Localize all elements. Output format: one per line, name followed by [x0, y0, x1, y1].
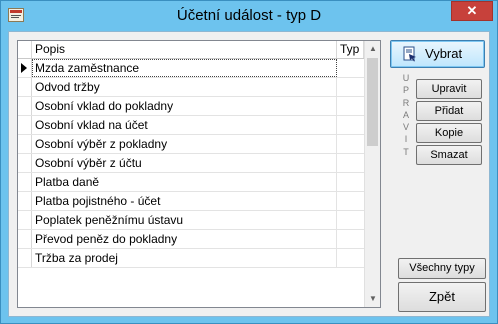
cell-typ[interactable]: [337, 135, 364, 153]
cell-typ[interactable]: [337, 230, 364, 248]
row-indicator-cell: [18, 78, 32, 96]
row-indicator-cell: [18, 59, 32, 77]
grid-header: Popis Typ: [18, 41, 364, 59]
cell-popis[interactable]: Osobní výběr z pokladny: [32, 135, 337, 153]
cell-typ[interactable]: [337, 211, 364, 229]
row-pointer-icon: [21, 63, 27, 73]
cell-popis[interactable]: Platba pojistného - účet: [32, 192, 337, 210]
cell-popis[interactable]: Mzda zaměstnance: [32, 59, 337, 77]
side-letter: V: [402, 122, 409, 133]
cell-typ[interactable]: [337, 78, 364, 96]
row-indicator-cell: [18, 154, 32, 172]
header-indicator-cell: [18, 41, 32, 58]
side-letter: I: [404, 134, 408, 145]
row-indicator-cell: [18, 97, 32, 115]
cell-popis[interactable]: Osobní vklad na účet: [32, 116, 337, 134]
row-indicator-cell: [18, 192, 32, 210]
cell-popis[interactable]: Převod peněz do pokladny: [32, 230, 337, 248]
scroll-down-arrow-icon[interactable]: ▼: [365, 291, 380, 307]
dialog-window: Účetní událost - typ D ✕ Popis Typ Mzda …: [0, 0, 498, 324]
close-icon: ✕: [466, 3, 478, 18]
pridat-button[interactable]: Přidat: [416, 101, 482, 121]
table-row[interactable]: Osobní vklad do pokladny: [18, 97, 364, 116]
table-row[interactable]: Osobní výběr z účtu: [18, 154, 364, 173]
scrollbar-thumb[interactable]: [367, 58, 378, 146]
zpet-button[interactable]: Zpět: [398, 282, 486, 312]
cell-typ[interactable]: [337, 249, 364, 267]
upravit-vertical-label: U P R A V I T: [402, 72, 410, 158]
document-select-icon: [403, 46, 416, 62]
cell-typ[interactable]: [337, 154, 364, 172]
cell-popis[interactable]: Tržba za prodej: [32, 249, 337, 267]
upravit-button[interactable]: Upravit: [416, 79, 482, 99]
dialog-client-area: Popis Typ Mzda zaměstnance Odvod tržby Oso…: [8, 31, 490, 317]
column-header-typ[interactable]: Typ: [337, 41, 364, 58]
column-header-popis[interactable]: Popis: [32, 41, 337, 58]
row-indicator-cell: [18, 211, 32, 229]
vertical-scrollbar[interactable]: ▲ ▼: [364, 41, 380, 307]
event-type-grid[interactable]: Popis Typ Mzda zaměstnance Odvod tržby Oso…: [17, 40, 381, 308]
cell-popis[interactable]: Platba daně: [32, 173, 337, 191]
window-title: Účetní událost - typ D: [176, 7, 322, 24]
row-indicator-cell: [18, 249, 32, 267]
table-row[interactable]: Odvod tržby: [18, 78, 364, 97]
row-indicator-cell: [18, 116, 32, 134]
smazat-button[interactable]: Smazat: [416, 145, 482, 165]
table-row[interactable]: Osobní výběr z pokladny: [18, 135, 364, 154]
row-indicator-cell: [18, 173, 32, 191]
title-bar[interactable]: Účetní událost - typ D ✕: [1, 1, 497, 31]
table-row[interactable]: Mzda zaměstnance: [18, 59, 364, 78]
vsechny-typy-button[interactable]: Všechny typy: [398, 258, 486, 279]
grid-rows: Mzda zaměstnance Odvod tržby Osobní vklad …: [18, 59, 364, 268]
kopie-button[interactable]: Kopie: [416, 123, 482, 143]
table-row[interactable]: Převod peněz do pokladny: [18, 230, 364, 249]
table-row[interactable]: Tržba za prodej: [18, 249, 364, 268]
scroll-up-arrow-icon[interactable]: ▲: [365, 41, 380, 57]
vybrat-button[interactable]: Vybrat: [390, 40, 485, 68]
close-button[interactable]: ✕: [451, 1, 493, 21]
side-letter: R: [402, 97, 410, 108]
cell-typ[interactable]: [337, 116, 364, 134]
cell-popis[interactable]: Poplatek peněžnímu ústavu: [32, 211, 337, 229]
cell-popis[interactable]: Osobní vklad do pokladny: [32, 97, 337, 115]
vybrat-label: Vybrat: [425, 46, 463, 61]
side-letter: U: [402, 73, 410, 83]
row-indicator-cell: [18, 135, 32, 153]
table-row[interactable]: Osobní vklad na účet: [18, 116, 364, 135]
cell-popis[interactable]: Osobní výběr z účtu: [32, 154, 337, 172]
side-letter: T: [403, 146, 409, 157]
cell-typ[interactable]: [337, 192, 364, 210]
table-row[interactable]: Platba daně: [18, 173, 364, 192]
cell-typ[interactable]: [337, 173, 364, 191]
side-letter: P: [402, 85, 409, 96]
table-row[interactable]: Platba pojistného - účet: [18, 192, 364, 211]
cell-typ[interactable]: [337, 59, 364, 77]
side-letter: A: [402, 109, 409, 120]
cell-typ[interactable]: [337, 97, 364, 115]
table-row[interactable]: Poplatek peněžnímu ústavu: [18, 211, 364, 230]
cell-popis[interactable]: Odvod tržby: [32, 78, 337, 96]
row-indicator-cell: [18, 230, 32, 248]
